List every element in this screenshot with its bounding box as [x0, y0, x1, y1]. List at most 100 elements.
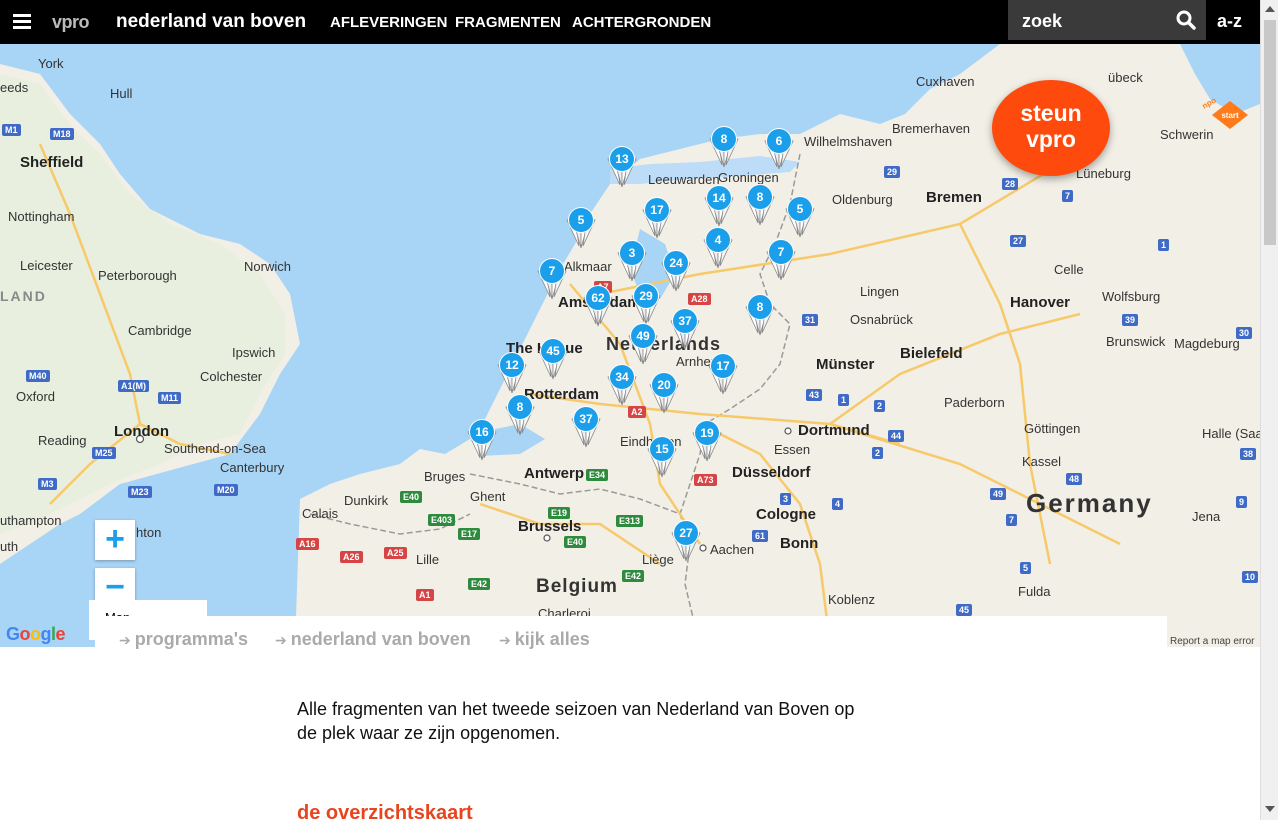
road-shield: E17	[458, 528, 481, 540]
arrow-right-icon: ➔	[499, 632, 511, 648]
road-shield: A73	[694, 474, 717, 486]
road-shield: M11	[158, 392, 182, 404]
scrollbar-thumb[interactable]	[1264, 20, 1276, 245]
search-icon[interactable]	[1176, 10, 1196, 30]
intro-text: Alle fragmenten van het tweede seizoen v…	[297, 699, 855, 743]
hamburger-menu-icon[interactable]	[13, 11, 31, 33]
zoom-in-button[interactable]: +	[95, 520, 135, 560]
road-shield: 2	[874, 400, 886, 412]
road-shield: A16	[296, 538, 319, 550]
map-label: Peterborough	[98, 268, 177, 283]
map-label: Leicester	[20, 258, 73, 273]
map-label: Ghent	[470, 489, 506, 504]
road-shield: 7	[1062, 190, 1074, 202]
cluster-count: 12	[500, 353, 524, 377]
map-label: Fulda	[1018, 584, 1051, 599]
road-shield: E34	[586, 469, 609, 481]
map-label: Koblenz	[828, 592, 875, 607]
steun-vpro-button[interactable]: steun vpro	[992, 80, 1110, 176]
google-logo: Google	[6, 624, 66, 644]
map-label: Dunkirk	[344, 493, 389, 508]
breadcrumb-label: nederland van boven	[290, 629, 471, 649]
map-label: Wolfsburg	[1102, 289, 1161, 304]
search-input[interactable]	[1008, 0, 1174, 42]
road-shield: M18	[50, 128, 74, 140]
road-shield: 27	[1010, 235, 1027, 247]
map-label: London	[114, 423, 169, 440]
nav-afleveringen[interactable]: AFLEVERINGEN	[330, 14, 448, 31]
scroll-down-icon[interactable]	[1265, 806, 1275, 812]
breadcrumb-kijk-alles[interactable]: ➔ kijk alles	[499, 629, 590, 650]
country-label-netherlands: Netherlands	[606, 334, 722, 354]
cluster-count: 45	[541, 339, 565, 363]
scroll-up-icon[interactable]	[1265, 6, 1275, 12]
cluster-count: 7	[769, 240, 793, 264]
map-area[interactable]: York Hull eeds Sheffield Nottingham Leic…	[0, 44, 1260, 647]
arrow-right-icon: ➔	[275, 632, 287, 648]
npo-start-logo-icon[interactable]: start npo	[1200, 97, 1250, 133]
cluster-count: 15	[650, 437, 674, 461]
road-shield: M23	[128, 486, 152, 498]
cluster-count: 8	[712, 127, 736, 151]
road-shield: 61	[752, 530, 769, 542]
vpro-logo[interactable]: vpro	[52, 12, 90, 33]
road-shield: E42	[622, 570, 645, 582]
cluster-count: 17	[711, 354, 735, 378]
map-label: Aachen	[710, 542, 755, 557]
map-label: Lingen	[860, 284, 900, 299]
map-label: Brunswick	[1106, 334, 1166, 349]
map-label: uth	[0, 539, 19, 554]
road-shield: 5	[1020, 562, 1032, 574]
road-shield: 9	[1236, 496, 1248, 508]
map-label: Antwerp	[524, 465, 584, 482]
map-label: hton	[136, 525, 162, 540]
road-shield: E40	[564, 536, 587, 548]
road-shield: E40	[400, 491, 423, 503]
nav-fragmenten[interactable]: FRAGMENTEN	[455, 14, 561, 31]
cluster-count: 8	[748, 185, 772, 209]
breadcrumb: ➔ programma's ➔ nederland van boven ➔ kijk …	[95, 616, 1167, 650]
map-label: Münster	[816, 356, 875, 373]
map-label: Southend-on-Sea	[164, 441, 266, 456]
road-shield: M20	[214, 484, 238, 496]
road-shield: E313	[616, 515, 644, 527]
cluster-count: 20	[652, 373, 676, 397]
breadcrumb-programmas[interactable]: ➔ programma's	[119, 629, 248, 650]
map-label: Oxford	[16, 389, 56, 404]
road-shield: 10	[1242, 571, 1259, 583]
cluster-count: 37	[574, 407, 598, 431]
map-label: Jena	[1192, 509, 1221, 524]
map-label: Lille	[416, 552, 440, 567]
map-label: Leeuwarden	[648, 172, 720, 187]
map-label: uthampton	[0, 513, 62, 528]
page-scrollbar[interactable]	[1260, 0, 1278, 820]
road-shield: 43	[806, 389, 823, 401]
road-shield: E42	[468, 578, 491, 590]
road-shield: A26	[340, 551, 363, 563]
road-shield: A28	[688, 293, 711, 305]
svg-text:start: start	[1221, 111, 1239, 120]
map-label: Magdeburg	[1174, 336, 1240, 351]
show-title-link[interactable]: nederland van boven	[116, 11, 306, 33]
nav-achtergronden[interactable]: ACHTERGRONDEN	[572, 14, 711, 31]
breadcrumb-nederland-van-boven[interactable]: ➔ nederland van boven	[275, 629, 471, 650]
map-label: übeck	[1108, 70, 1143, 85]
map-label: Groningen	[718, 170, 779, 185]
cluster-count: 14	[707, 186, 731, 210]
road-shield: 29	[884, 166, 901, 178]
az-link[interactable]: a-z	[1217, 11, 1242, 32]
map-label: Bruges	[424, 469, 466, 484]
map-label: Colchester	[200, 369, 263, 384]
road-shield: E403	[428, 514, 456, 526]
road-shield: A25	[384, 547, 407, 559]
road-shield: 28	[1002, 178, 1019, 190]
map-label: Halle (Saa	[1202, 426, 1260, 441]
cluster-count: 24	[664, 251, 688, 275]
map-label: Nottingham	[8, 209, 75, 224]
report-map-error-link[interactable]: Report a map error	[1170, 636, 1254, 647]
country-label-england: LAND	[0, 288, 47, 304]
map-label: Dortmund	[798, 422, 870, 439]
cluster-count: 8	[508, 395, 532, 419]
road-shield: 30	[1236, 327, 1253, 339]
road-shield: 1	[1158, 239, 1170, 251]
